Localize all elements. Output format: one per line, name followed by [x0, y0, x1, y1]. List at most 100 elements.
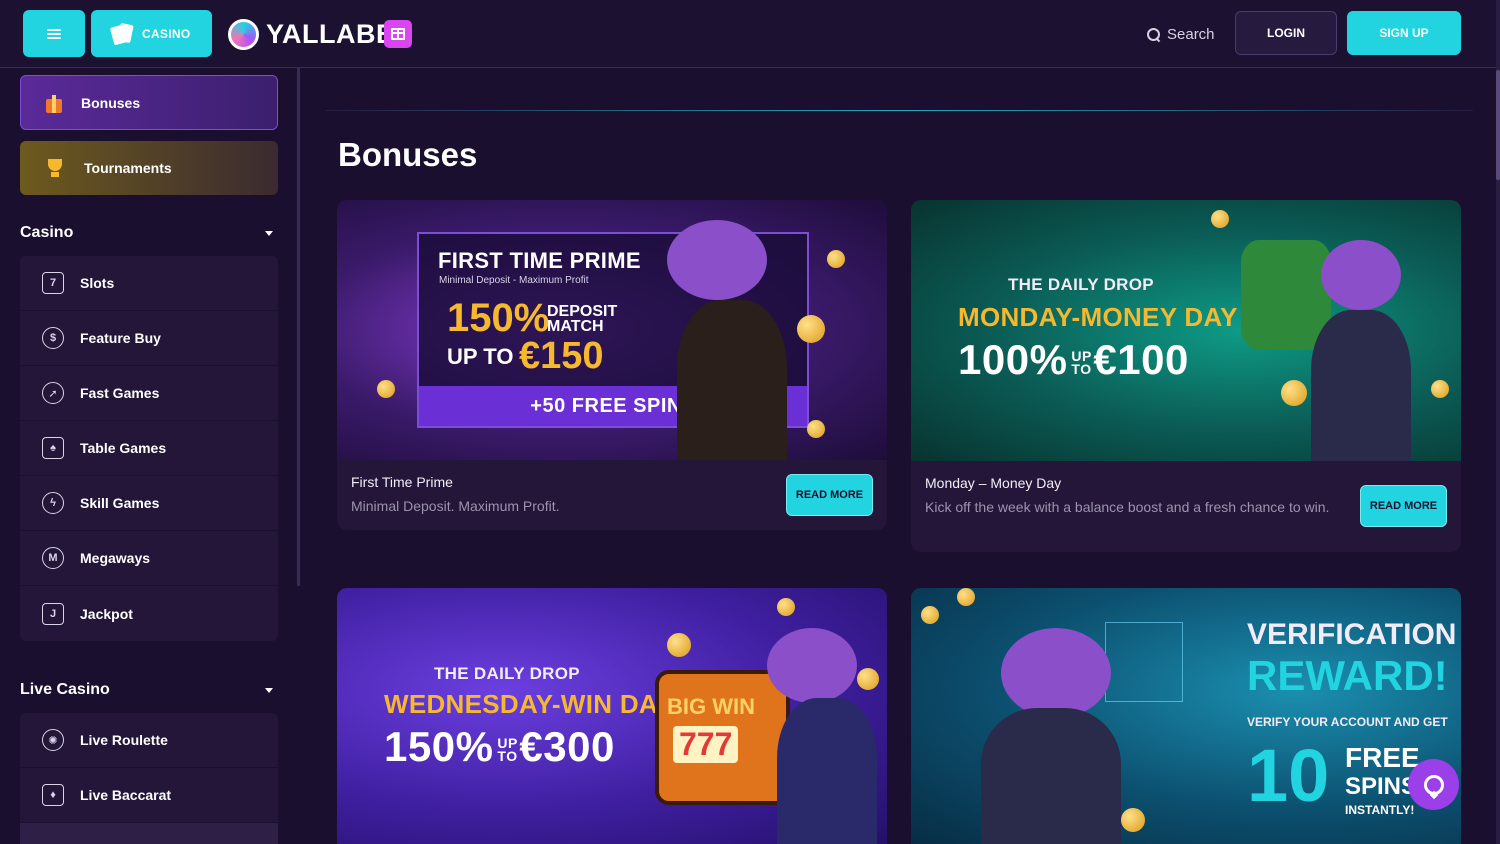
chevron-down-icon[interactable] — [265, 231, 273, 236]
banner-free: FREE — [1345, 742, 1420, 773]
banner-day: MONDAY-MONEY DAY — [958, 302, 1238, 332]
banner-match-text: DEPOSIT MATCH — [547, 303, 618, 335]
rocket-icon: ➚ — [42, 382, 64, 404]
sidebar-item-label: Feature Buy — [80, 330, 161, 346]
mascot-head — [667, 220, 767, 300]
mascot-body — [677, 300, 787, 460]
sidebar-item-table-games[interactable]: ♠ Table Games — [20, 421, 278, 476]
mascot-body — [1311, 310, 1411, 461]
banner-amount: €300 — [519, 723, 615, 770]
bonus-card-verification-reward[interactable]: VERIFICATION REWARD! VERIFY YOUR ACCOUNT… — [911, 588, 1461, 844]
banner-daily-drop: THE DAILY DROP — [1008, 275, 1154, 294]
slot-machine: BIG WIN 777 — [655, 670, 790, 805]
login-button[interactable]: LOGIN — [1235, 11, 1337, 55]
sidebar-item-label: Live Roulette — [80, 732, 168, 748]
coin-icon — [957, 588, 975, 606]
coin-icon — [377, 380, 395, 398]
bonus-banner-image[interactable]: THE DAILY DROP WEDNESDAY-WIN DAY 150% UP … — [337, 588, 887, 844]
menu-button[interactable] — [23, 10, 85, 57]
casino-button-label: CASINO — [142, 26, 191, 41]
coin-icon — [921, 606, 939, 624]
banner-upto: UP TO — [497, 734, 518, 764]
banner-upto: UP TO — [1071, 347, 1092, 377]
bonus-card-monday-money-day[interactable]: THE DAILY DROP MONDAY-MONEY DAY 100% UP T… — [911, 200, 1461, 552]
card-body: Monday – Money Day Kick off the week wit… — [911, 461, 1461, 532]
coin-icon — [807, 420, 825, 438]
sidebar-item-feature-buy[interactable]: $ Feature Buy — [20, 311, 278, 366]
banner-verify-text: VERIFY YOUR ACCOUNT AND GET — [1247, 715, 1448, 729]
signup-button[interactable]: SIGN UP — [1347, 11, 1461, 55]
search-icon — [1147, 27, 1160, 41]
hamburger-icon — [47, 28, 61, 39]
banner-reward: REWARD! — [1247, 652, 1448, 699]
banner-day: WEDNESDAY-WIN DAY — [384, 689, 674, 719]
sidebar-item-jackpot[interactable]: J Jackpot — [20, 586, 278, 641]
sidebar-item-label: Table Games — [80, 440, 167, 456]
banner-big-win: BIG WIN — [667, 694, 755, 719]
slot-seven-icon: 7 — [42, 272, 64, 294]
baccarat-icon: ♦ — [42, 784, 64, 806]
coin-icon — [797, 315, 825, 343]
card-description: Kick off the week with a balance boost a… — [925, 499, 1330, 515]
bonus-card-wednesday-win-day[interactable]: THE DAILY DROP WEDNESDAY-WIN DAY 150% UP … — [337, 588, 887, 844]
live-casino-nav-group: ✺ Live Roulette ♦ Live Baccarat — [20, 713, 278, 844]
gift-icon — [43, 92, 65, 114]
casino-section-title[interactable]: Casino — [20, 224, 73, 242]
bonus-banner-image[interactable]: FIRST TIME PRIME Minimal Deposit - Maxim… — [337, 200, 887, 460]
banner-verification: VERIFICATION — [1247, 618, 1457, 651]
coin-icon — [1281, 380, 1307, 406]
sidebar-item-label: Skill Games — [80, 495, 160, 511]
sidebar-item-tournaments[interactable]: Tournaments — [20, 141, 278, 195]
mascot-body — [981, 708, 1121, 844]
chevron-down-icon[interactable] — [265, 688, 273, 693]
banner-headline: FIRST TIME PRIME — [438, 248, 641, 273]
sidebar-scrollbar[interactable] — [297, 68, 300, 586]
sidebar-item-live-roulette[interactable]: ✺ Live Roulette — [20, 713, 278, 768]
sidebar-item-label: Fast Games — [80, 385, 160, 401]
coin-icon — [857, 668, 879, 690]
banner-amount: €100 — [1093, 336, 1189, 383]
read-more-button[interactable]: READ MORE — [1360, 485, 1447, 527]
sidebar-item-megaways[interactable]: M Megaways — [20, 531, 278, 586]
sidebar-item-label: Bonuses — [81, 94, 141, 111]
bonus-card-first-time-prime[interactable]: FIRST TIME PRIME Minimal Deposit - Maxim… — [337, 200, 887, 530]
casino-nav-group: 7 Slots $ Feature Buy ➚ Fast Games ♠ Tab… — [20, 256, 278, 641]
casino-button[interactable]: CASINO — [91, 10, 212, 57]
bonus-banner-image[interactable]: THE DAILY DROP MONDAY-MONEY DAY 100% UP T… — [911, 200, 1461, 461]
sidebar-item-bonuses[interactable]: Bonuses — [20, 75, 278, 130]
coin-icon — [827, 250, 845, 268]
playing-cards-icon — [109, 22, 134, 45]
live-casino-section-title[interactable]: Live Casino — [20, 681, 110, 699]
gift-button[interactable] — [384, 20, 412, 48]
sidebar-item-skill-games[interactable]: ϟ Skill Games — [20, 476, 278, 531]
banner-offer: 150% UP TO€300 — [384, 723, 615, 771]
top-header: CASINO YALLABET Search LOGIN SIGN UP — [0, 0, 1500, 68]
page-scrollbar-thumb[interactable] — [1496, 70, 1500, 180]
page-title: Bonuses — [338, 136, 478, 173]
gift-icon — [391, 28, 405, 40]
bonus-banner-image[interactable]: VERIFICATION REWARD! VERIFY YOUR ACCOUNT… — [911, 588, 1461, 844]
face-scan-frame — [1105, 622, 1183, 702]
banner-daily-drop: THE DAILY DROP — [434, 664, 580, 683]
coin-icon: $ — [42, 327, 64, 349]
sidebar-item-label: Tournaments — [84, 160, 172, 176]
search-button[interactable]: Search — [1147, 24, 1215, 44]
live-chat-button[interactable] — [1408, 759, 1459, 810]
coin-icon — [1211, 210, 1229, 228]
banner-instantly: INSTANTLY! — [1345, 803, 1415, 817]
cards-icon: ♠ — [42, 437, 64, 459]
cash-bundle — [1241, 240, 1331, 350]
sidebar-item-partial[interactable] — [20, 823, 278, 844]
coin-icon — [1431, 380, 1449, 398]
header-divider — [325, 110, 1473, 111]
card-description: Minimal Deposit. Maximum Profit. — [351, 498, 560, 514]
banner-spins: SPINS — [1345, 773, 1418, 800]
sidebar-item-slots[interactable]: 7 Slots — [20, 256, 278, 311]
logo-globe-icon — [228, 18, 259, 50]
search-label: Search — [1167, 25, 1215, 43]
read-more-button[interactable]: READ MORE — [786, 474, 873, 516]
sidebar-item-live-baccarat[interactable]: ♦ Live Baccarat — [20, 768, 278, 823]
coin-icon — [1121, 808, 1145, 832]
sidebar-item-fast-games[interactable]: ➚ Fast Games — [20, 366, 278, 421]
banner-amount: €150 — [519, 335, 604, 377]
